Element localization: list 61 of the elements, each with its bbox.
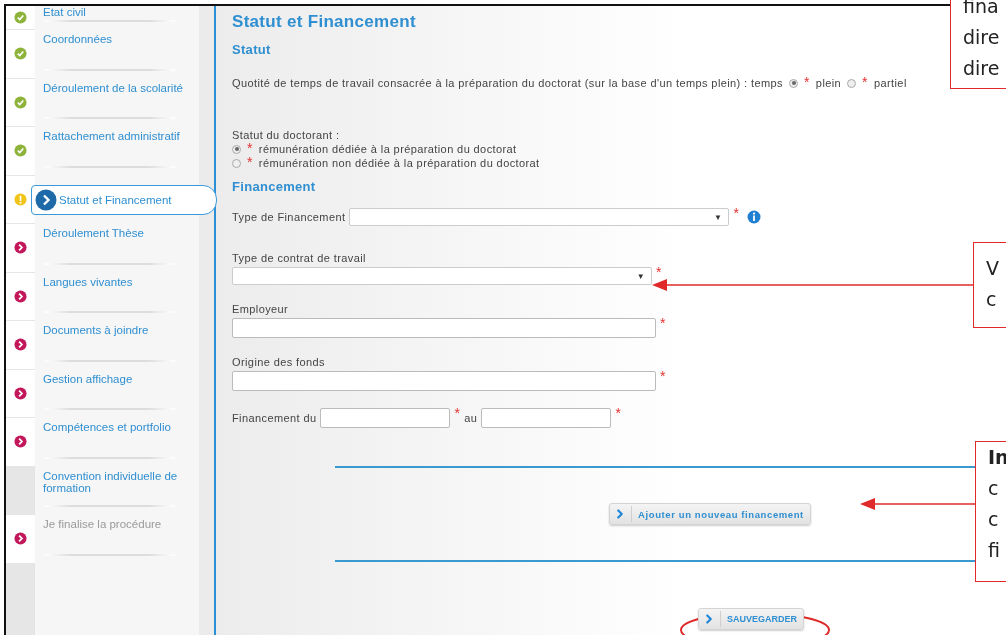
warning-icon	[14, 192, 27, 206]
required-mark: *	[660, 318, 666, 328]
sidebar-item[interactable]: Déroulement Thèse	[43, 227, 193, 239]
radio-button[interactable]	[232, 144, 241, 154]
chevron-icon	[14, 435, 27, 449]
info-icon[interactable]	[747, 210, 762, 224]
date-field[interactable]	[320, 408, 451, 428]
date-field[interactable]	[481, 408, 612, 428]
annotation-callout: V c	[973, 242, 1006, 328]
option-label: plein	[815, 77, 842, 89]
required-mark: *	[733, 208, 740, 218]
required-mark: *	[660, 371, 666, 381]
chevron-icon	[14, 241, 27, 255]
check-icon	[14, 95, 27, 109]
sidebar-item[interactable]: Rattachement administratif	[43, 130, 193, 142]
required-mark: *	[454, 408, 461, 418]
check-icon	[14, 47, 27, 61]
input-field[interactable]	[232, 371, 656, 391]
radio-button[interactable]	[847, 78, 857, 88]
required-mark: *	[615, 408, 622, 418]
chevron-icon	[14, 289, 27, 303]
field-label: Type de Financement	[232, 211, 346, 223]
field-label: Employeur	[232, 303, 290, 315]
select-field[interactable]: ▼	[349, 208, 730, 226]
sidebar-item[interactable]: Etat civil	[43, 6, 193, 18]
option-label: rémunération dédiée à la préparation du doctorat	[258, 143, 517, 155]
field-label: Financement du	[232, 412, 317, 424]
field-label: au	[464, 412, 478, 424]
radio-button[interactable]	[232, 158, 241, 168]
option-label: partiel	[873, 77, 907, 89]
option-label: rémunération non dédiée à la préparation du doctorat	[258, 157, 540, 169]
check-icon	[14, 11, 27, 24]
sidebar-item[interactable]: Documents à joindre	[43, 324, 193, 336]
page-title: Statut et Financement	[232, 12, 417, 32]
chevron-icon	[14, 386, 27, 400]
required-mark: *	[862, 77, 868, 87]
input-field[interactable]	[232, 318, 656, 338]
chevron-icon	[35, 188, 57, 211]
sidebar-item[interactable]: Gestion affichage	[43, 372, 193, 385]
sidebar-item[interactable]: Compétences et portfolio	[43, 421, 193, 433]
field-label: Origine des fonds	[232, 356, 327, 368]
required-mark: *	[247, 143, 253, 153]
required-mark: *	[656, 267, 662, 277]
sidebar-item[interactable]: Convention individuelle de formation	[43, 469, 193, 494]
field-label: Statut du doctorant :	[232, 129, 341, 141]
field-label: Quotité de temps de travail consacrée à la préparation du doctorat (sur la base d'un temps plein) : temps	[232, 77, 783, 89]
section-heading: Financement	[232, 179, 317, 194]
check-icon	[14, 144, 27, 158]
sidebar-item[interactable]: Statut et Financement	[31, 184, 217, 215]
sidebar-item[interactable]: Coordonnées	[43, 33, 193, 45]
chevron-icon	[14, 532, 27, 546]
sidebar-item[interactable]: Langues vivantes	[43, 275, 193, 288]
required-mark: *	[804, 77, 810, 87]
chevron-icon	[14, 338, 27, 352]
sidebar-item[interactable]: Déroulement de la scolarité	[43, 81, 193, 94]
required-mark: *	[247, 157, 253, 167]
section-heading: Statut	[232, 42, 272, 57]
add-financing-button[interactable]: Ajouter un nouveau financement	[609, 503, 811, 525]
field-label: Type de contrat de travail	[232, 252, 367, 264]
radio-button[interactable]	[789, 78, 798, 88]
select-field[interactable]: ▼	[232, 267, 652, 285]
